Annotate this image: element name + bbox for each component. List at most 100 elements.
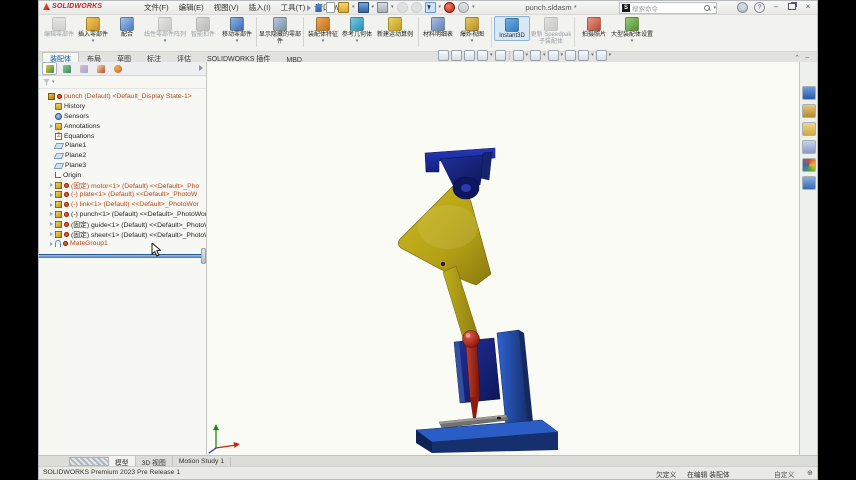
dropdown-caret-icon[interactable]: ▾: [631, 39, 634, 44]
dropdown-caret-icon[interactable]: ▾: [471, 39, 474, 44]
customize-status-button[interactable]: 自定义: [774, 469, 794, 479]
dynamic-annotation-views-icon[interactable]: [495, 50, 506, 61]
rollback-bar[interactable]: [39, 254, 203, 258]
expander-icon[interactable]: [50, 203, 53, 207]
mate-button[interactable]: 配合: [110, 16, 144, 39]
collapse-ribbon-icon[interactable]: ⌃: [794, 54, 800, 62]
panel-splitter-handle[interactable]: [201, 248, 206, 264]
save-caret-icon[interactable]: ▾: [372, 5, 375, 10]
graphics-viewport[interactable]: [207, 62, 799, 456]
open-caret-icon[interactable]: ▾: [352, 5, 355, 10]
menu-edit[interactable]: 编辑(E): [174, 2, 209, 13]
show-hidden-components-button[interactable]: 显示隐藏的零部件: [259, 16, 301, 45]
globe-icon[interactable]: ⊕: [807, 469, 813, 477]
section-view-icon[interactable]: [477, 50, 488, 61]
expander-icon[interactable]: [50, 193, 53, 197]
expander-icon[interactable]: [50, 232, 53, 236]
tree-item-guide[interactable]: (固定) guide<1> (Default) <<Default>_Photo…: [39, 219, 206, 229]
undo-icon[interactable]: [397, 2, 408, 13]
caret-icon[interactable]: ▾: [609, 53, 612, 58]
dropdown-caret-icon[interactable]: ▾: [322, 39, 325, 44]
filter-caret-icon[interactable]: ▾: [52, 79, 55, 85]
menu-file[interactable]: 文件(F): [139, 2, 174, 13]
display-style-icon[interactable]: [530, 50, 541, 61]
design-library-icon[interactable]: [802, 104, 816, 118]
smart-fasteners-button[interactable]: 智能扣件: [186, 16, 220, 39]
view-settings-icon[interactable]: [596, 50, 607, 61]
punch-assembly-model[interactable]: [207, 62, 799, 456]
tree-item-assembly-root[interactable]: punch (Default) <Default_Display State-1…: [39, 92, 206, 102]
print-icon[interactable]: [377, 2, 388, 13]
tree-item-motor[interactable]: (固定) motor<1> (Default) <<Default>_Pho: [39, 180, 206, 190]
file-explorer-icon[interactable]: [802, 122, 816, 136]
tab-displaymanager[interactable]: [110, 62, 125, 75]
apply-scene-icon[interactable]: [578, 50, 589, 61]
insert-components-button[interactable]: 插入零部件▾: [76, 16, 110, 44]
tree-item-link[interactable]: (-) link<1> (Default) <<Default>_PhotoWo…: [39, 200, 206, 210]
filter-icon[interactable]: [43, 79, 50, 86]
large-assembly-settings-button[interactable]: 大型装配体设置▾: [611, 16, 653, 44]
tab-featuremanager-tree[interactable]: [42, 62, 57, 75]
help-icon[interactable]: ?: [754, 2, 765, 13]
print-caret-icon[interactable]: ▾: [391, 5, 394, 10]
assembly-features-button[interactable]: 装配体特征▾: [306, 16, 340, 44]
open-file-icon[interactable]: [338, 2, 349, 13]
restore-button[interactable]: [787, 3, 797, 12]
appearances-icon[interactable]: [802, 158, 816, 172]
home-tab-icon[interactable]: [802, 86, 816, 100]
search-caret-icon[interactable]: ▾: [713, 6, 716, 11]
caret-icon[interactable]: ▾: [526, 53, 529, 58]
home-icon[interactable]: [314, 3, 323, 12]
search-input[interactable]: 搜索命令: [632, 3, 704, 13]
take-snapshot-button[interactable]: 拍摄照片: [577, 16, 611, 39]
caret-icon[interactable]: ▾: [591, 53, 594, 58]
tab-configurationmanager[interactable]: [76, 62, 91, 75]
tree-item-plane3[interactable]: Plane3: [39, 161, 206, 171]
tree-item-plane2[interactable]: Plane2: [39, 151, 206, 161]
save-icon[interactable]: [358, 2, 369, 13]
new-file-icon[interactable]: [326, 2, 335, 13]
user-account-icon[interactable]: [737, 2, 748, 13]
bill-of-materials-button[interactable]: 材料明细表: [421, 16, 455, 39]
edit-appearance-icon[interactable]: [565, 50, 576, 61]
pin-ribbon-icon[interactable]: –: [805, 54, 809, 62]
tree-item-punch[interactable]: (-) punch<1> (Default) <<Default>_PhotoW…: [39, 210, 206, 220]
options-icon[interactable]: [458, 2, 469, 13]
dropdown-caret-icon[interactable]: ▾: [92, 39, 95, 44]
minimize-button[interactable]: –: [771, 3, 781, 12]
zoom-area-icon[interactable]: [451, 50, 462, 61]
caret-icon[interactable]: ▾: [543, 53, 546, 58]
close-button[interactable]: ×: [803, 3, 813, 12]
tree-item-sheet[interactable]: (固定) sheet<1> (Default) <<Default>_Photo…: [39, 229, 206, 239]
menu-pin-icon[interactable]: [307, 5, 311, 11]
view-palette-icon[interactable]: [802, 140, 816, 154]
tree-item-plate[interactable]: (-) plate<1> (Default) <<Default>_PhotoW: [39, 190, 206, 200]
previous-view-icon[interactable]: [464, 50, 475, 61]
dropdown-caret-icon[interactable]: ▾: [356, 39, 359, 44]
tree-item-history[interactable]: History: [39, 102, 206, 112]
menu-tools[interactable]: 工具(T): [276, 2, 311, 13]
menu-view[interactable]: 视图(V): [209, 2, 244, 13]
splitter-handle-icon[interactable]: [69, 457, 109, 466]
menu-insert[interactable]: 插入(I): [244, 2, 276, 13]
view-orientation-icon[interactable]: [513, 50, 524, 61]
tree-item-mategroup[interactable]: MateGroup1: [39, 239, 206, 249]
caret-icon[interactable]: ▾: [490, 53, 493, 58]
tab-dimxpertmanager[interactable]: [93, 62, 108, 75]
exploded-view-button[interactable]: 爆炸视图▾: [455, 16, 489, 44]
tab-propertymanager[interactable]: [59, 62, 74, 75]
instant3d-button[interactable]: Instant3D: [494, 16, 530, 41]
tab-motion-study-1[interactable]: Motion Study 1: [173, 457, 231, 466]
expander-icon[interactable]: [50, 124, 53, 128]
expander-icon[interactable]: [50, 212, 53, 216]
edit-component-button[interactable]: 编辑零部件: [42, 16, 76, 39]
redo-icon[interactable]: [411, 2, 422, 13]
rebuild-icon[interactable]: [444, 2, 455, 13]
caret-icon[interactable]: ▾: [561, 53, 564, 58]
tree-item-equations[interactable]: Equations: [39, 131, 206, 141]
move-component-button[interactable]: 移动零部件▾: [220, 16, 254, 44]
dropdown-caret-icon[interactable]: ▾: [164, 39, 167, 44]
linear-component-pattern-button[interactable]: 线性零部件阵列▾: [144, 16, 186, 44]
reference-geometry-button[interactable]: 参考几何体▾: [340, 16, 374, 44]
expander-icon[interactable]: [50, 242, 53, 246]
